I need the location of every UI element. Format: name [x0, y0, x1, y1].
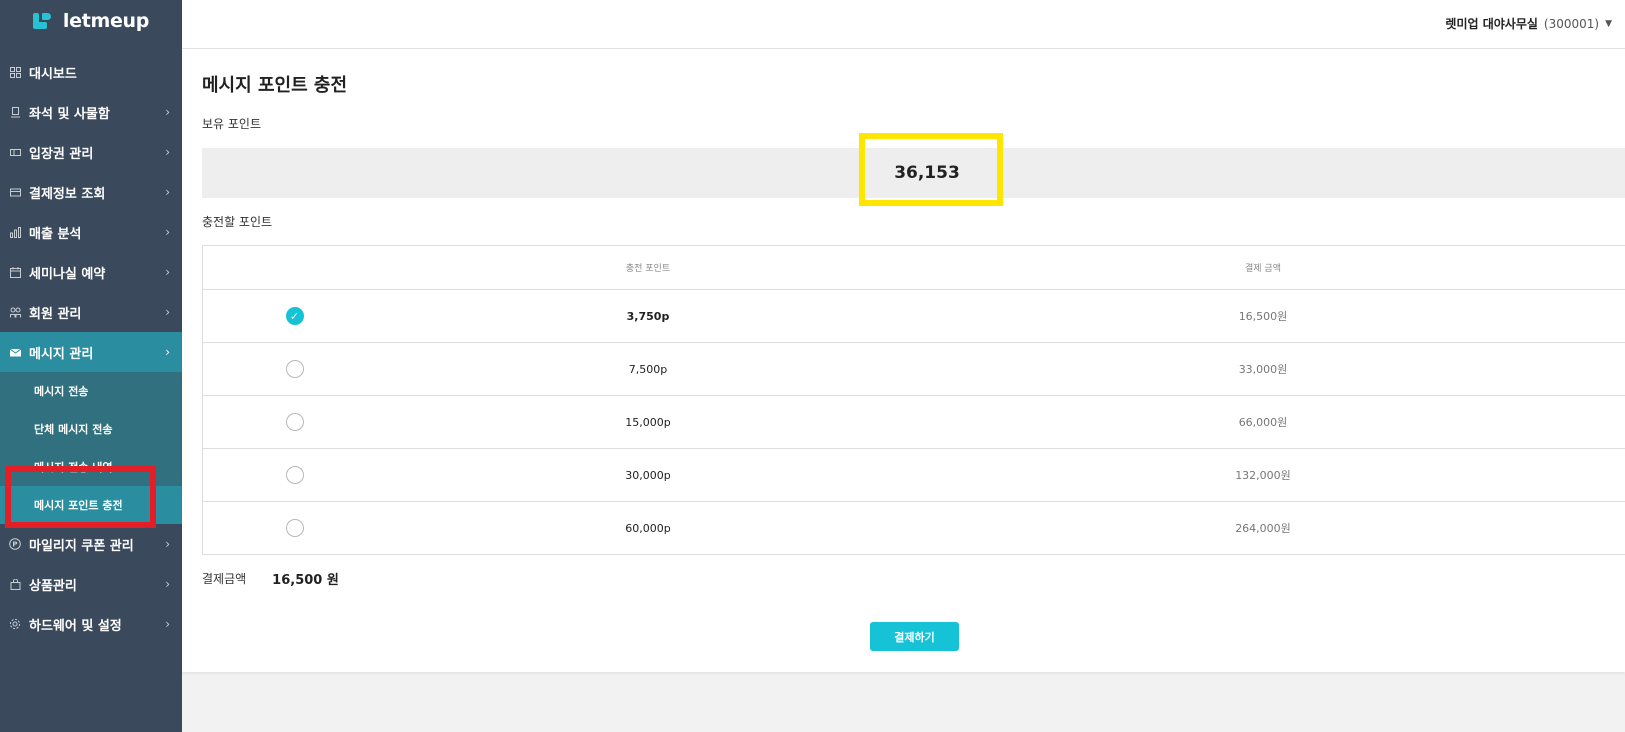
- held-points-label: 보유 포인트: [202, 117, 262, 131]
- radio-button[interactable]: [285, 519, 304, 537]
- submenu-item-bulk-send[interactable]: 단체 메시지 전송: [0, 410, 182, 448]
- user-code: (300001): [1543, 16, 1600, 31]
- sidebar-item-coupons[interactable]: P 마일리지 쿠폰 관리 ›: [0, 524, 182, 564]
- sidebar-item-label: 메시지 관리: [29, 346, 94, 362]
- table-row[interactable]: 15,000p 66,000원: [203, 395, 1625, 448]
- logo[interactable]: letmeup: [0, 0, 182, 42]
- charge-points-label: 충전할 포인트: [202, 215, 273, 229]
- sidebar-item-label: 세미나실 예약: [29, 266, 106, 282]
- sidebar-item-label: 입장권 관리: [29, 146, 94, 162]
- point-options-table: 충전 포인트 결제 금액 ✓ 3,750p 16,500원 7,500p 33,…: [202, 245, 1625, 555]
- sidebar-item-label: 좌석 및 사물함: [29, 106, 110, 122]
- caret-down-icon: ▼: [1605, 18, 1612, 29]
- total-value: 16,500 원: [272, 573, 339, 588]
- user-name: 렛미업 대야사무실: [1445, 17, 1538, 31]
- card-icon: [9, 186, 21, 198]
- main-panel: 메시지 포인트 충전 보유 포인트 36,153 충전할 포인트 충전 포인트 …: [182, 49, 1625, 672]
- total-label: 결제금액: [202, 572, 247, 586]
- sidebar-item-label: 대시보드: [29, 66, 77, 82]
- sidebar-item-label: 마일리지 쿠폰 관리: [29, 538, 134, 554]
- user-menu[interactable]: 렛미업 대야사무실 (300001) ▼: [1445, 15, 1612, 32]
- bar-chart-icon: [9, 226, 21, 238]
- radio-button[interactable]: [285, 413, 304, 431]
- chevron-right-icon: ›: [165, 265, 170, 279]
- chevron-right-icon: ›: [165, 537, 170, 551]
- radio-button[interactable]: [285, 466, 304, 484]
- points-cell: 15,000p: [625, 415, 671, 429]
- sidebar-item-label: 결제정보 조회: [29, 186, 106, 202]
- submenu-item-send[interactable]: 메시지 전송: [0, 372, 182, 410]
- sidebar-item-label: 하드웨어 및 설정: [29, 618, 122, 634]
- highlight-box: [5, 466, 156, 528]
- sidebar-item-messages[interactable]: 메시지 관리 ›: [0, 332, 182, 372]
- mail-icon: [9, 346, 21, 358]
- chevron-right-icon: ›: [165, 105, 170, 119]
- sidebar-item-seats[interactable]: 좌석 및 사물함 ›: [0, 92, 182, 132]
- sidebar-item-products[interactable]: 상품관리 ›: [0, 564, 182, 604]
- table-row[interactable]: 30,000p 132,000원: [203, 448, 1625, 501]
- sidebar-item-tickets[interactable]: 입장권 관리 ›: [0, 132, 182, 172]
- price-cell: 16,500원: [1238, 310, 1288, 323]
- points-cell: 7,500p: [628, 362, 668, 376]
- radio-button[interactable]: [285, 360, 304, 378]
- chevron-right-icon: ›: [165, 305, 170, 319]
- chevron-right-icon: ›: [165, 345, 170, 359]
- users-icon: [9, 306, 21, 318]
- chevron-right-icon: ›: [165, 577, 170, 591]
- price-cell: 66,000원: [1238, 416, 1288, 429]
- total-amount: 결제금액 16,500 원: [202, 569, 339, 588]
- gear-icon: [9, 618, 21, 630]
- table-row[interactable]: ✓ 3,750p 16,500원: [203, 289, 1625, 342]
- price-cell: 132,000원: [1235, 469, 1291, 482]
- seat-icon: [9, 106, 21, 118]
- table-row[interactable]: 7,500p 33,000원: [203, 342, 1625, 395]
- points-cell: 30,000p: [625, 468, 671, 482]
- price-cell: 33,000원: [1238, 363, 1288, 376]
- sidebar-item-label: 매출 분석: [29, 226, 82, 242]
- logo-text: letmeup: [62, 10, 150, 32]
- chevron-right-icon: ›: [165, 617, 170, 631]
- sidebar: letmeup 대시보드 좌석 및 사물함 › 입장권 관리 › 결제정보 조회…: [0, 0, 182, 732]
- points-cell: 3,750p: [626, 309, 670, 323]
- logo-icon: [32, 13, 57, 29]
- sidebar-item-seminar[interactable]: 세미나실 예약 ›: [0, 252, 182, 292]
- sidebar-item-payments[interactable]: 결제정보 조회 ›: [0, 172, 182, 212]
- bag-icon: [9, 578, 21, 590]
- sidebar-item-members[interactable]: 회원 관리 ›: [0, 292, 182, 332]
- sidebar-item-dashboard[interactable]: 대시보드: [0, 52, 182, 92]
- held-points-box: 36,153: [202, 133, 1625, 206]
- ticket-icon: [9, 146, 21, 158]
- calendar-icon: [9, 266, 21, 278]
- table-header-row: 충전 포인트 결제 금액: [203, 246, 1625, 289]
- top-header: 렛미업 대야사무실 (300001) ▼: [182, 0, 1625, 49]
- radio-checked-icon[interactable]: ✓: [285, 307, 304, 325]
- coupon-icon: P: [9, 538, 21, 550]
- highlight-box: [859, 133, 1003, 206]
- column-header-price: 결제 금액: [1245, 264, 1281, 274]
- chevron-right-icon: ›: [165, 145, 170, 159]
- sidebar-item-label: 회원 관리: [29, 306, 82, 322]
- sidebar-item-label: 상품관리: [29, 578, 77, 594]
- table-row[interactable]: 60,000p 264,000원: [203, 501, 1625, 554]
- chevron-right-icon: ›: [165, 225, 170, 239]
- points-cell: 60,000p: [625, 521, 671, 535]
- price-cell: 264,000원: [1235, 522, 1291, 535]
- svg-text:P: P: [12, 541, 17, 549]
- sidebar-item-settings[interactable]: 하드웨어 및 설정 ›: [0, 604, 182, 644]
- pay-button[interactable]: 결제하기: [870, 622, 959, 651]
- chevron-right-icon: ›: [165, 185, 170, 199]
- sidebar-item-sales[interactable]: 매출 분석 ›: [0, 212, 182, 252]
- page-title: 메시지 포인트 충전: [202, 75, 348, 96]
- grid-icon: [9, 66, 21, 78]
- column-header-points: 충전 포인트: [625, 264, 671, 274]
